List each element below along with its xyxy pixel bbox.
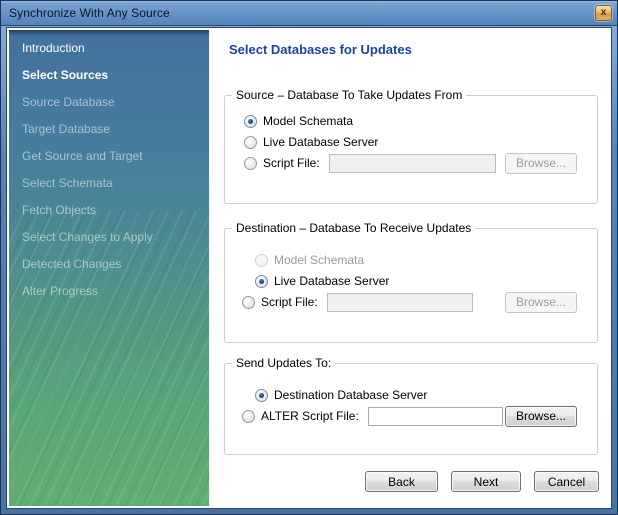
- radio-alter-script-file[interactable]: [242, 410, 255, 423]
- window-title: Synchronize With Any Source: [9, 6, 170, 20]
- radio-dest-model-schemata: [255, 254, 268, 267]
- group-source: Source – Database To Take Updates From M…: [224, 95, 598, 204]
- dest-script-file-input: [327, 293, 473, 312]
- option-source-model-schemata[interactable]: Model Schemata: [225, 112, 597, 130]
- option-source-live-database-server[interactable]: Live Database Server: [225, 133, 597, 151]
- source-browse-button: Browse...: [505, 153, 577, 174]
- option-dest-live-database-server[interactable]: Live Database Server: [225, 272, 597, 290]
- step-select-sources: Select Sources: [9, 62, 209, 89]
- radio-live-database-server[interactable]: [244, 136, 257, 149]
- radio-model-schemata[interactable]: [244, 115, 257, 128]
- radio-dest-script-file[interactable]: [242, 296, 255, 309]
- cancel-button[interactable]: Cancel: [534, 471, 599, 492]
- option-source-script-file[interactable]: Script File: Browse...: [225, 154, 597, 172]
- alter-browse-button[interactable]: Browse...: [505, 406, 577, 427]
- group-send-updates-title: Send Updates To:: [232, 356, 335, 370]
- step-detected-changes: Detected Changes: [9, 251, 209, 278]
- step-fetch-objects: Fetch Objects: [9, 197, 209, 224]
- option-alter-script-file[interactable]: ALTER Script File: Browse...: [225, 407, 597, 425]
- title-bar: Synchronize With Any Source x: [1, 1, 617, 26]
- back-button[interactable]: Back: [365, 471, 438, 492]
- window-frame: Introduction Select Sources Source Datab…: [6, 27, 612, 509]
- step-target-database: Target Database: [9, 116, 209, 143]
- step-source-database: Source Database: [9, 89, 209, 116]
- step-introduction: Introduction: [9, 35, 209, 62]
- group-send-updates-to: Send Updates To: Destination Database Se…: [224, 363, 598, 455]
- step-get-source-and-target: Get Source and Target: [9, 143, 209, 170]
- source-script-file-input: [329, 154, 496, 173]
- group-destination-title: Destination – Database To Receive Update…: [232, 221, 475, 235]
- close-icon[interactable]: x: [595, 5, 612, 21]
- radio-script-file[interactable]: [244, 157, 257, 170]
- radio-dest-live-database-server[interactable]: [255, 275, 268, 288]
- wizard-window: Synchronize With Any Source x Introducti…: [0, 0, 618, 515]
- option-destination-database-server[interactable]: Destination Database Server: [225, 386, 597, 404]
- wizard-nav-buttons: Back Next Cancel: [365, 471, 599, 492]
- option-dest-script-file[interactable]: Script File: Browse...: [225, 293, 597, 311]
- main-panel: Select Databases for Updates Source – Da…: [209, 30, 609, 506]
- group-destination: Destination – Database To Receive Update…: [224, 228, 598, 343]
- step-select-changes-to-apply: Select Changes to Apply: [9, 224, 209, 251]
- radio-destination-database-server[interactable]: [255, 389, 268, 402]
- wizard-steps-sidebar: Introduction Select Sources Source Datab…: [9, 30, 209, 506]
- page-title: Select Databases for Updates: [229, 42, 609, 57]
- option-dest-model-schemata: Model Schemata: [225, 251, 597, 269]
- step-select-schemata: Select Schemata: [9, 170, 209, 197]
- alter-script-file-input[interactable]: [368, 407, 503, 426]
- next-button[interactable]: Next: [451, 471, 521, 492]
- dest-browse-button: Browse...: [505, 292, 577, 313]
- step-alter-progress: Alter Progress: [9, 278, 209, 305]
- group-source-title: Source – Database To Take Updates From: [232, 88, 466, 102]
